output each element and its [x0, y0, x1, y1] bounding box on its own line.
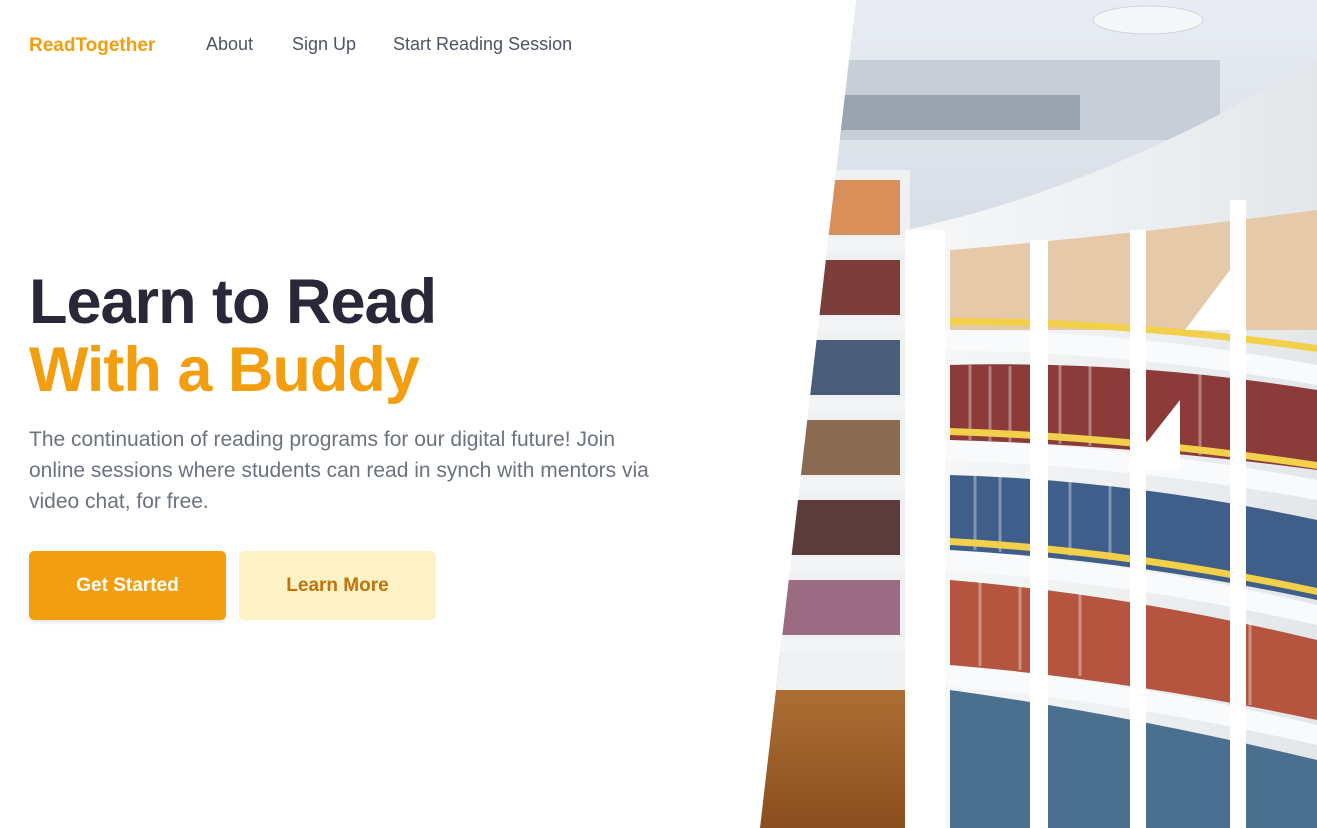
nav-link-start-reading-session[interactable]: Start Reading Session — [393, 34, 572, 55]
hero-title-line-2: With a Buddy — [29, 335, 420, 405]
get-started-button[interactable]: Get Started — [29, 551, 226, 620]
hero-title: Learn to Read With a Buddy — [29, 267, 437, 405]
learn-more-button[interactable]: Learn More — [239, 551, 436, 620]
hero-title-line-1: Learn to Read — [29, 267, 437, 337]
hero-description: The continuation of reading programs for… — [29, 428, 649, 513]
nav-link-about[interactable]: About — [206, 34, 253, 55]
nav-link-sign-up[interactable]: Sign Up — [292, 34, 356, 55]
hero-library-image — [760, 0, 1317, 828]
brand-logo-link[interactable]: ReadTogether — [29, 35, 155, 57]
